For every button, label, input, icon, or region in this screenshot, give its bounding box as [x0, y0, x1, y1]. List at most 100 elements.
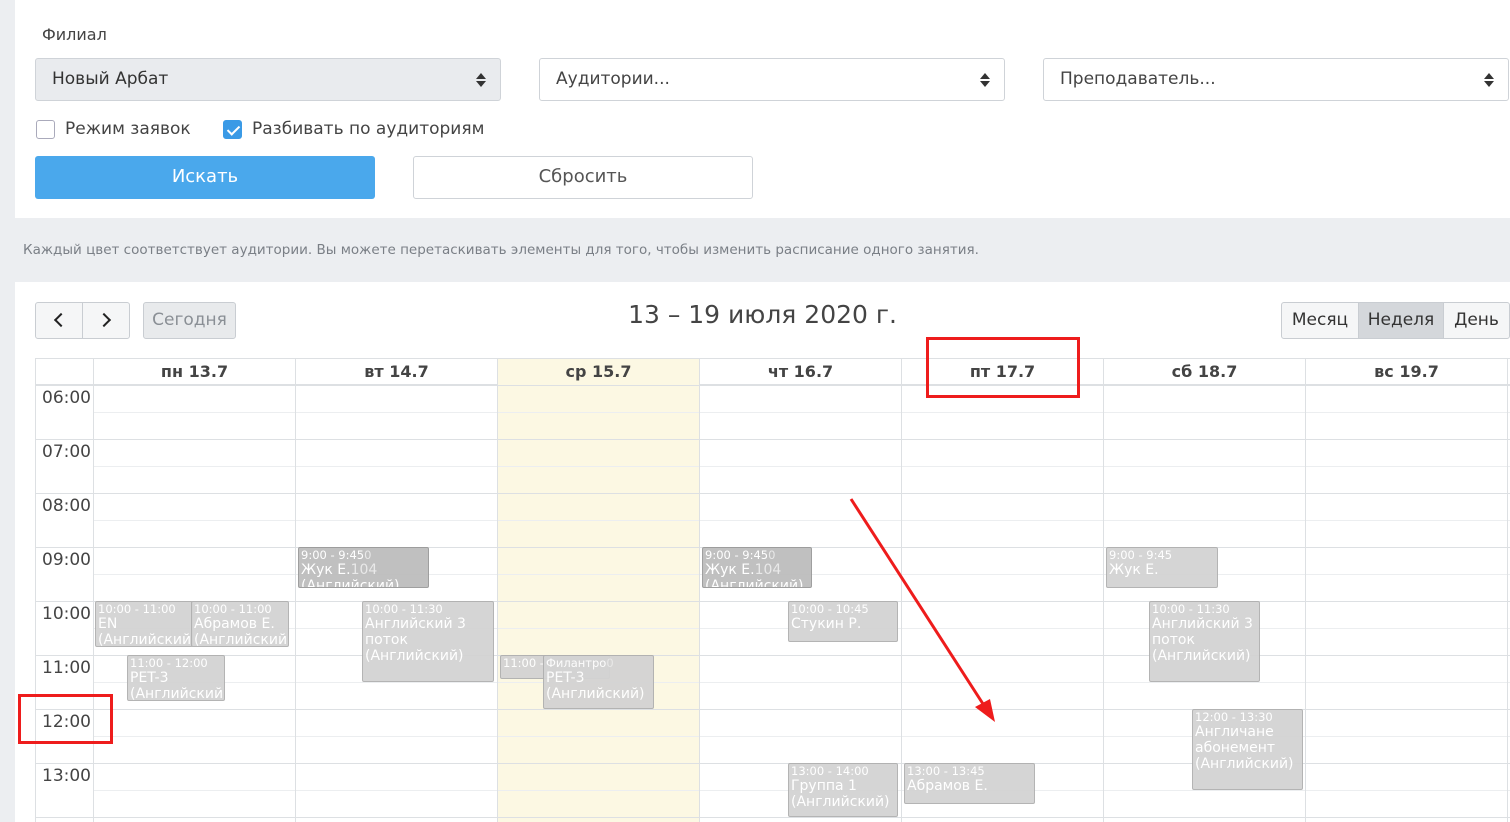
- calendar-event[interactable]: 12:00 - 13:30 Англичане абонемент (Английск…: [1192, 709, 1303, 790]
- day-column-line: [1103, 359, 1104, 822]
- time-label: 13:00: [42, 766, 91, 786]
- reset-button[interactable]: Сбросить: [413, 156, 753, 199]
- rooms-select[interactable]: Аудитории...: [539, 58, 1005, 101]
- day-column-line: [93, 359, 94, 822]
- view-day-button[interactable]: День: [1443, 302, 1510, 339]
- half-hour-line: [93, 466, 1510, 467]
- annotation-box-noon: [18, 694, 113, 744]
- event-title: Группа 1: [791, 778, 857, 795]
- teacher-select-placeholder: Преподаватель...: [1060, 69, 1216, 89]
- view-week-button[interactable]: Неделя: [1358, 302, 1444, 339]
- half-hour-line: [93, 412, 1510, 413]
- calendar-event[interactable]: 10:00 - 11:30 Английский 3 поток (Английски…: [362, 601, 494, 682]
- event-time: Филантро0: [546, 656, 614, 670]
- hour-line: [36, 385, 1510, 386]
- event-time: 11:00 - 12:00: [130, 656, 208, 670]
- calendar-event[interactable]: Филантро0 PET-3 (Английский): [543, 655, 654, 709]
- day-column-line: [901, 359, 902, 822]
- event-title-line2: поток: [365, 632, 408, 649]
- calendar-event[interactable]: 13:00 - 13:45 Абрамов Е.: [904, 763, 1035, 804]
- event-time: 9:00 - 9:450: [705, 548, 776, 562]
- event-subject: (Английский): [1152, 648, 1251, 665]
- branch-select-value: Новый Арбат: [52, 69, 169, 89]
- event-title: Жук Е.104: [705, 562, 782, 579]
- event-subject: (Английский): [1195, 756, 1294, 773]
- hour-line: [36, 817, 1510, 818]
- event-subject: (Английский): [301, 578, 400, 588]
- day-column-line: [699, 359, 700, 822]
- calendar-panel: Сегодня 13 – 19 июля 2020 г. Месяц Недел…: [15, 282, 1510, 822]
- select-arrows-icon: [1484, 71, 1494, 89]
- event-title: Английский 3: [365, 616, 466, 633]
- calendar-event[interactable]: 9:00 - 9:450 Жук Е.104 (Английский): [298, 547, 429, 588]
- calendar-event[interactable]: 9:00 - 9:45 Жук Е.: [1106, 547, 1218, 588]
- calendar-event[interactable]: 10:00 - 10:45 Стукин Р.: [788, 601, 898, 642]
- filter-panel: Филиал Новый Арбат Аудитории... Преподав…: [15, 0, 1510, 218]
- search-button[interactable]: Искать: [35, 156, 375, 199]
- day-header: чт 16.7: [699, 359, 901, 385]
- hour-line: [36, 655, 1510, 656]
- event-title: Англичане: [1195, 724, 1274, 741]
- day-header: вт 14.7: [295, 359, 497, 385]
- event-title: Стукин Р.: [791, 616, 862, 633]
- requests-mode-label: Режим заявок: [65, 119, 191, 139]
- event-title: Абрамов Е.: [194, 616, 275, 633]
- split-by-rooms-checkbox[interactable]: [223, 120, 242, 139]
- day-column-line: [1507, 359, 1508, 822]
- event-time: 10:00 - 11:00: [194, 602, 272, 616]
- event-room-number: 0: [364, 548, 372, 562]
- day-header: пн 13.7: [93, 359, 295, 385]
- event-time: 12:00 - 13:30: [1195, 710, 1273, 724]
- calendar-event[interactable]: 9:00 - 9:450 Жук Е.104 (Английский): [702, 547, 812, 588]
- event-title: Английский 3: [1152, 616, 1253, 633]
- event-subject: (Английский): [705, 578, 804, 588]
- select-arrows-icon: [980, 71, 990, 89]
- day-header: ср 15.7: [497, 359, 699, 385]
- day-header: вс 19.7: [1305, 359, 1507, 385]
- event-room-number: 0: [606, 656, 614, 670]
- time-label: 11:00: [42, 658, 91, 678]
- event-subject: (Английский): [791, 794, 890, 811]
- hour-line: [36, 493, 1510, 494]
- day-column-line: [1305, 359, 1306, 822]
- event-subject: (Английский): [130, 686, 225, 701]
- day-header-row: пн 13.7 вт 14.7 ср 15.7 чт 16.7 пт 17.7 сб 18…: [36, 359, 1510, 385]
- time-label: 07:00: [42, 442, 91, 462]
- branch-select[interactable]: Новый Арбат: [35, 58, 501, 101]
- teacher-select[interactable]: Преподаватель...: [1043, 58, 1509, 101]
- half-hour-line: [93, 520, 1510, 521]
- half-hour-line: [93, 682, 1510, 683]
- calendar-event[interactable]: 13:00 - 14:00 Группа 1 (Английский): [788, 763, 898, 817]
- day-column-line: [497, 359, 498, 822]
- calendar-event[interactable]: 10:00 - 11:00 EN (Английский: [95, 601, 193, 647]
- calendar-event[interactable]: 10:00 - 11:30 Английский 3 поток (Английски…: [1149, 601, 1260, 682]
- event-title: PET-3: [130, 670, 169, 687]
- event-time: 10:00 - 11:30: [365, 602, 443, 616]
- time-label: 06:00: [42, 388, 91, 408]
- time-label: 09:00: [42, 550, 91, 570]
- event-time: 13:00 - 14:00: [791, 764, 869, 778]
- event-room-number: 0: [768, 548, 776, 562]
- event-time: 9:00 - 9:450: [301, 548, 372, 562]
- calendar-event[interactable]: 11:00 - 12:00 PET-3 (Английский): [127, 655, 225, 701]
- select-arrows-icon: [476, 71, 486, 89]
- day-column-line: [295, 359, 296, 822]
- event-time: 10:00 - 11:00: [98, 602, 176, 616]
- view-month-button[interactable]: Месяц: [1281, 302, 1359, 339]
- requests-mode-checkbox[interactable]: [36, 120, 55, 139]
- branch-label: Филиал: [42, 25, 107, 44]
- event-time: 10:00 - 11:30: [1152, 602, 1230, 616]
- event-title: Жук Е.104: [301, 562, 378, 579]
- split-by-rooms-label: Разбивать по аудиториям: [252, 119, 485, 139]
- event-subject: (Английский: [98, 632, 192, 647]
- event-time: 9:00 - 9:45: [1109, 548, 1173, 562]
- event-time: 13:00 - 13:45: [907, 764, 985, 778]
- event-time: 10:00 - 10:45: [791, 602, 869, 616]
- event-room-number: 104: [754, 562, 782, 579]
- today-column: [497, 359, 699, 822]
- time-label: 10:00: [42, 604, 91, 624]
- event-title: Жук Е.: [1109, 562, 1159, 579]
- hour-line: [36, 439, 1510, 440]
- calendar-event[interactable]: 10:00 - 11:00 Абрамов Е. (Английский): [191, 601, 289, 647]
- event-subject: (Английский): [194, 632, 289, 647]
